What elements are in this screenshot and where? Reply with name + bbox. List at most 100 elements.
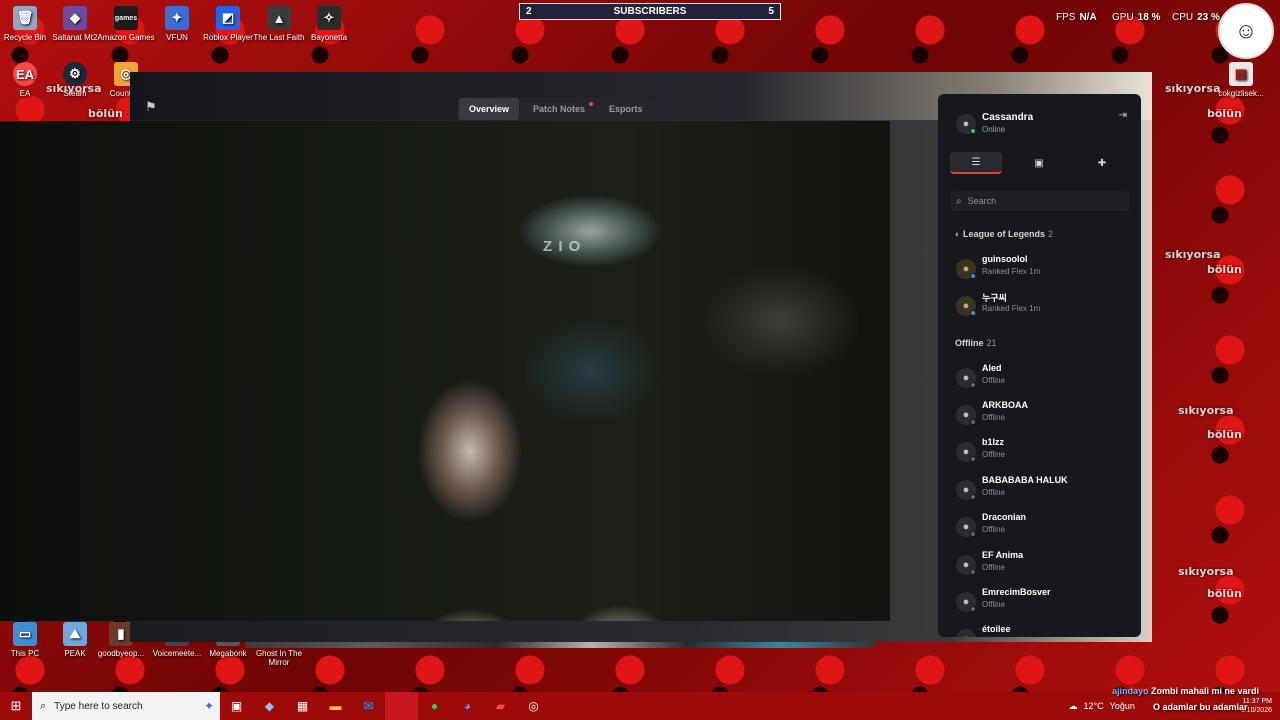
friends-panel: ● Cassandra Online ⇥ ☰ ▣ ✚ ⌕ ◐ League of… [938,94,1141,637]
friend-status: Offline [982,563,1005,572]
close-button[interactable]: ✕ [1136,74,1146,88]
copilot-highlight-icon: ✦ [203,699,214,713]
vfun-icon: ✦ [165,6,189,30]
wallpaper-text: sıkıyorsa [1178,404,1234,417]
group-header-league[interactable]: ◐ League of Legends 2 [955,229,1053,239]
gpu-readout: GPU 18 % [1112,12,1160,23]
friend-row[interactable]: ● b1lzz Offline [938,436,1141,470]
desktop-icon-label: cokgizlisek... [1218,89,1264,98]
desktop-icon-label: Saltanat Mt2 [52,33,98,42]
wallpaper-text: bölün [1207,587,1242,600]
obs-icon[interactable]: ◎ [517,692,550,720]
friend-status: Offline [982,376,1005,385]
tab-label: Patch Notes [533,104,586,114]
recycle-bin-icon: 🗑 [13,6,37,30]
collapse-panel-icon[interactable]: ⇥ [1119,110,1127,121]
search-icon: ⌕ [40,699,47,712]
friend-row[interactable]: ● Aled Offline [938,362,1141,396]
client-nav-tabs: Overview Patch Notes Esports [457,98,655,120]
windows-taskbar: ⊞ ⌕ Type here to search ✦ ▣ ◆ ▦ ▬ ✉ ● ◕ … [0,692,1280,720]
file-explorer-icon[interactable]: ▬ [319,692,352,720]
friend-status: Offline [982,488,1005,497]
fps-readout: FPS N/A [1056,12,1097,23]
start-button[interactable]: ⊞ [0,692,32,720]
group-header-offline[interactable]: Offline 21 [955,338,997,348]
chat-text: Zombi mahali mi ne vardi [1151,686,1260,696]
wallpaper-text: bölün [88,107,123,120]
friend-name: EF Anima [982,550,1024,560]
discord-icon[interactable]: ◕ [451,692,484,720]
tab-esports[interactable]: Esports [599,98,653,120]
taskbar-search-placeholder: Type here to search [54,700,143,712]
desktop-icon-label: Roblox Player [203,33,253,42]
tab-overview[interactable]: Overview [459,98,520,120]
friend-row[interactable]: ● Draconian Offline [938,511,1141,545]
friend-search[interactable]: ⌕ [950,191,1130,211]
store-icon[interactable]: ▦ [286,692,319,720]
profile-header[interactable]: ● Cassandra Online ⇥ [938,94,1141,146]
desktop-icon-label: EA [19,89,31,98]
friend-row[interactable]: ● 누구씨 Ranked Flex 1m [938,290,1141,324]
riot-logo-icon[interactable]: ⚑ [145,100,162,114]
desktop-icon-file[interactable]: ▤ cokgizlisek... [1210,62,1272,98]
status-offline-dot [970,382,976,388]
riot-client-icon[interactable]: ▰ [484,692,517,720]
friend-row[interactable]: ● guinsoolol Ranked Flex 1m [938,253,1141,287]
friend-row[interactable]: ● ARKBOAA Offline [938,399,1141,433]
task-view-icon[interactable]: ▣ [220,692,253,720]
weather-temp[interactable]: 12°C [1084,701,1104,711]
desktop-icon-bayonetta[interactable]: ✧ Bayonetta [298,6,360,42]
active-app-icon[interactable] [385,692,418,720]
friend-row[interactable]: ● étoilee [938,623,1141,637]
friend-search-input[interactable] [967,196,1118,206]
profile-name: Cassandra [982,112,1034,123]
weather-text: Yoğun [1109,701,1135,711]
status-ingame-dot [970,310,976,316]
friend-name: 누구씨 [982,294,1007,304]
desktop-icon-label: This PC [10,649,40,658]
game-icon: ▲ [267,6,291,30]
copilot-icon[interactable]: ◆ [253,692,286,720]
friend-name: Aled [982,363,1002,373]
friend-status: Offline [982,525,1005,534]
friend-row[interactable]: ● BABABABA HALUK Offline [938,474,1141,508]
status-online-dot [970,128,976,134]
status-offline-dot [970,606,976,612]
spotify-icon[interactable]: ● [418,692,451,720]
ea-icon: EA [13,62,37,86]
friend-status: Offline [982,450,1005,459]
status-offline-dot [970,531,976,537]
minimize-button[interactable]: — [1116,74,1128,88]
cpu-readout: CPU 23 % [1172,12,1220,23]
status-ingame-dot [970,273,976,279]
friend-name: Draconian [982,512,1027,522]
desktop-icon-label: goodbyeop... [97,649,145,658]
cpu-label: CPU [1172,12,1194,23]
chat-icon[interactable]: ▣ [1013,152,1065,174]
desktop-icon-label: Voicemeete... [152,649,202,658]
status-offline-dot [970,569,976,575]
friend-name: étoilee [982,624,1011,634]
file-icon: ▤ [1229,62,1253,86]
friend-status: Offline [982,413,1005,422]
friend-activity: Ranked Flex 1m [982,267,1041,276]
subscriber-goal-bar: 2 SUBSCRIBERS 5 [519,3,781,20]
friend-row[interactable]: ● EmrecimBosver Offline [938,586,1141,620]
weather-icon[interactable]: ☁ [1069,701,1078,712]
game-icon: ⛰ [63,622,87,646]
gpu-label: GPU [1112,12,1134,23]
cpu-value: 23 % [1197,12,1220,23]
add-friend-icon[interactable]: ✚ [1076,152,1128,174]
streamer-avatar: ☺ [1218,3,1274,59]
desktop-icon-label: VFUN [166,33,188,42]
taskbar-search[interactable]: ⌕ Type here to search ✦ [32,692,220,720]
mail-icon[interactable]: ✉ [352,692,385,720]
chat-text: O adamlar bu adamlar [1153,702,1248,712]
steam-icon: ⚙ [63,62,87,86]
search-icon: ⌕ [956,195,962,207]
amazon-games-icon: games [114,6,138,30]
friend-list-icon[interactable]: ☰ [950,152,1002,174]
tab-patch-notes[interactable]: Patch Notes [523,98,595,120]
status-offline-dot [970,456,976,462]
friend-row[interactable]: ● EF Anima Offline [938,549,1141,583]
